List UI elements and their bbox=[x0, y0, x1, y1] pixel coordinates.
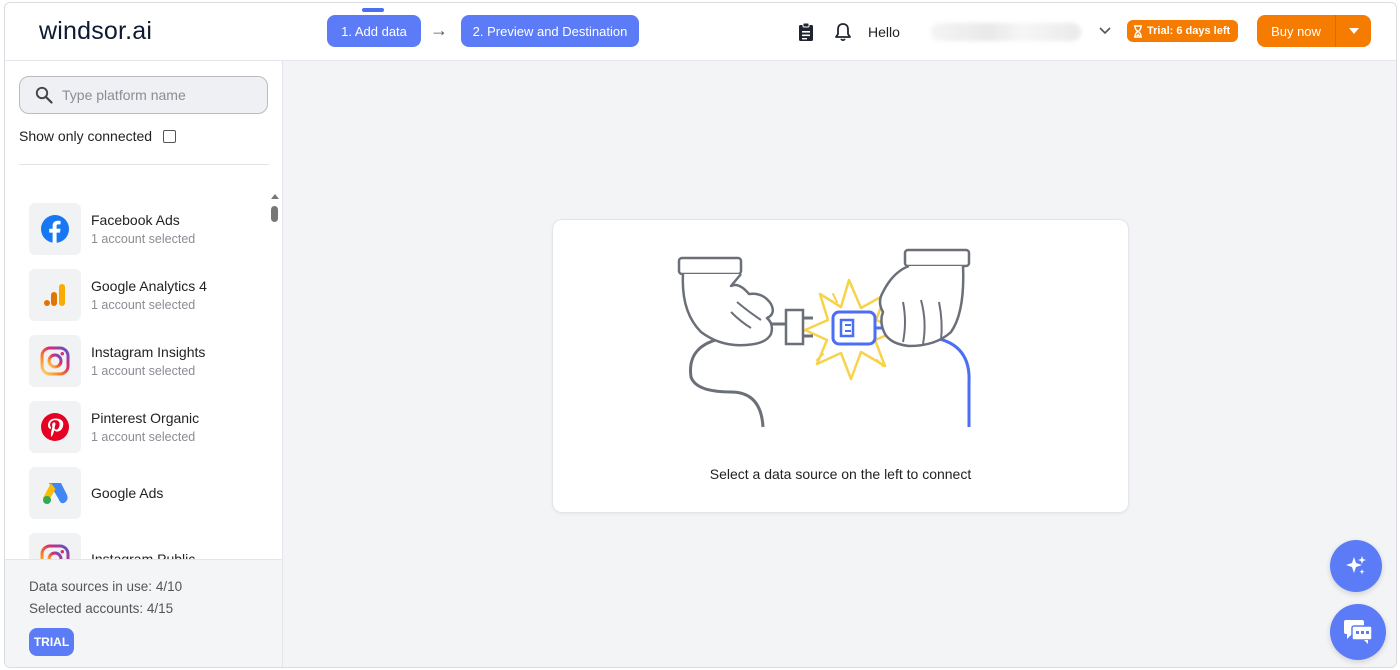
bell-icon[interactable] bbox=[834, 22, 852, 42]
google-ads-icon bbox=[43, 483, 68, 504]
platform-logo bbox=[29, 533, 81, 559]
hourglass-icon bbox=[1134, 24, 1142, 38]
chat-support-button[interactable] bbox=[1330, 604, 1386, 660]
platform-name: Facebook Ads bbox=[91, 211, 180, 228]
plug-connect-illustration bbox=[677, 248, 971, 428]
main-content: Select a data source on the left to conn… bbox=[283, 61, 1396, 667]
chat-icon bbox=[1344, 620, 1373, 644]
usage-summary: Data sources in use: 4/10 Selected accou… bbox=[5, 559, 282, 667]
trial-status-badge[interactable]: Trial: 6 days left bbox=[1127, 20, 1239, 42]
platform-item-instagram-insights[interactable]: Instagram Insights 1 account selected bbox=[29, 335, 265, 387]
ai-assistant-button[interactable] bbox=[1330, 540, 1382, 592]
platform-logo bbox=[29, 203, 81, 255]
platform-sidebar: Show only connected Facebook Ads 1 accou… bbox=[5, 61, 283, 667]
platform-search-box[interactable] bbox=[19, 76, 268, 114]
greeting-text: Hello bbox=[868, 24, 900, 40]
username-redacted bbox=[931, 23, 1081, 41]
instagram-icon bbox=[40, 544, 70, 559]
show-connected-checkbox[interactable] bbox=[163, 129, 177, 143]
buy-now-split-button: Buy now bbox=[1257, 15, 1371, 47]
empty-state-card: Select a data source on the left to conn… bbox=[552, 219, 1129, 513]
platform-logo bbox=[29, 467, 81, 519]
google-analytics-icon bbox=[44, 284, 65, 306]
search-icon bbox=[35, 86, 53, 104]
platform-account-count: 1 account selected bbox=[91, 297, 196, 312]
platform-list: Facebook Ads 1 account selected Google A… bbox=[5, 189, 281, 559]
platform-item-instagram-public[interactable]: Instagram Public bbox=[29, 533, 265, 559]
show-connected-filter[interactable]: Show only connected bbox=[19, 128, 177, 144]
platform-logo bbox=[29, 335, 81, 387]
platform-account-count: 1 account selected bbox=[91, 429, 196, 444]
caret-down-icon bbox=[1348, 28, 1359, 34]
platform-name: Google Ads bbox=[91, 485, 164, 501]
trial-badge-label: Trial: 6 days left bbox=[1147, 25, 1231, 37]
step-add-data-button[interactable]: 1. Add data bbox=[327, 15, 421, 47]
buy-options-toggle[interactable] bbox=[1335, 15, 1371, 47]
platform-item-facebook-ads[interactable]: Facebook Ads 1 account selected bbox=[29, 203, 265, 255]
clipboard-icon[interactable] bbox=[796, 22, 816, 42]
buy-now-button[interactable]: Buy now bbox=[1257, 15, 1335, 47]
platform-logo bbox=[29, 401, 81, 453]
platform-logo bbox=[29, 269, 81, 321]
show-connected-label: Show only connected bbox=[19, 128, 153, 144]
platform-search-input[interactable] bbox=[62, 87, 252, 103]
pinterest-icon bbox=[41, 413, 69, 441]
top-header: windsor.ai 1. Add data → 2. Preview and … bbox=[5, 3, 1396, 61]
step-arrow-icon: → bbox=[430, 20, 448, 40]
empty-state-message: Select a data source on the left to conn… bbox=[709, 466, 972, 482]
platform-item-google-ads[interactable]: Google Ads bbox=[29, 467, 265, 519]
platform-name: Instagram Public bbox=[91, 551, 196, 559]
selected-accounts-usage: Selected accounts: 4/15 bbox=[29, 601, 174, 616]
sparkle-icon bbox=[1346, 556, 1366, 575]
platform-account-count: 1 account selected bbox=[91, 231, 196, 246]
facebook-icon bbox=[41, 215, 69, 243]
platform-account-count: 1 account selected bbox=[91, 363, 196, 378]
platform-item-pinterest-organic[interactable]: Pinterest Organic 1 account selected bbox=[29, 401, 265, 453]
plan-trial-chip[interactable]: TRIAL bbox=[29, 628, 74, 656]
platform-item-google-analytics-4[interactable]: Google Analytics 4 1 account selected bbox=[29, 269, 265, 321]
platform-name: Pinterest Organic bbox=[91, 409, 200, 426]
sidebar-divider bbox=[19, 164, 269, 165]
platform-name: Google Analytics 4 bbox=[91, 277, 207, 294]
platform-name: Instagram Insights bbox=[91, 343, 206, 360]
active-step-indicator bbox=[362, 8, 384, 12]
instagram-icon bbox=[40, 346, 70, 376]
windsor-logo[interactable]: windsor.ai bbox=[39, 17, 152, 46]
chevron-down-icon[interactable] bbox=[1097, 22, 1113, 38]
step-preview-destination-button[interactable]: 2. Preview and Destination bbox=[461, 15, 639, 47]
app-window: windsor.ai 1. Add data → 2. Preview and … bbox=[4, 2, 1397, 668]
data-sources-usage: Data sources in use: 4/10 bbox=[29, 579, 183, 594]
